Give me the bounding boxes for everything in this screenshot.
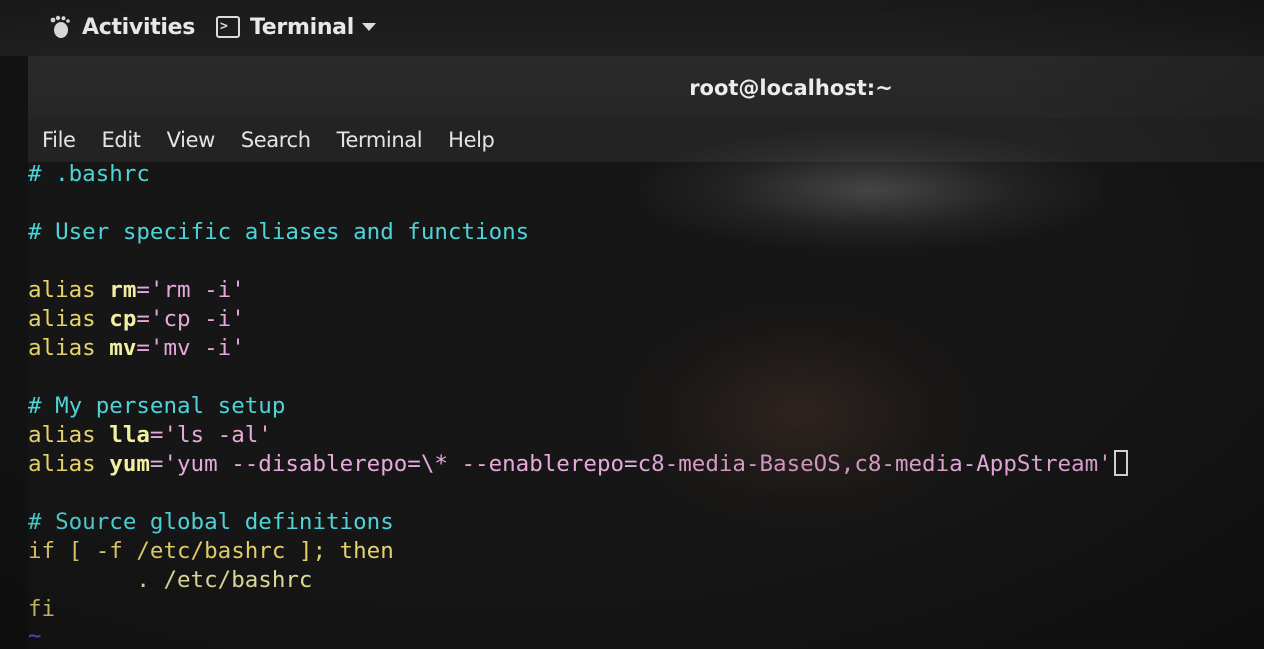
window-title: root@localhost:~ — [689, 76, 893, 100]
code-keyword: alias — [28, 277, 96, 303]
empty-line-marker: ~ — [28, 623, 42, 649]
caret-down-icon — [361, 23, 376, 31]
gnome-foot-icon — [48, 15, 72, 39]
code-line: # .bashrc — [28, 162, 150, 187]
alias-value: ='rm -i' — [136, 277, 245, 303]
alias-name: yum — [109, 451, 150, 477]
code-line: # My persenal setup — [28, 393, 286, 419]
alias-name: mv — [109, 335, 137, 361]
terminal-content[interactable]: # .bashrc # User specific aliases and fu… — [28, 162, 1264, 649]
code-line: # Source global definitions — [28, 509, 394, 535]
activities-button[interactable]: Activities — [48, 12, 195, 42]
alias-name: lla — [109, 422, 150, 448]
menu-help[interactable]: Help — [448, 128, 495, 152]
code-line: # User specific aliases and functions — [28, 219, 530, 245]
menu-view[interactable]: View — [167, 128, 216, 152]
activities-label: Activities — [82, 14, 196, 40]
menu-terminal[interactable]: Terminal — [337, 128, 423, 152]
alias-value: ='mv -i' — [136, 335, 245, 361]
menu-edit[interactable]: Edit — [102, 128, 141, 152]
menu-search[interactable]: Search — [241, 128, 311, 152]
alias-value: ='yum --disablerepo=\* --enablerepo=c8-m… — [149, 451, 1112, 477]
screen: Activities > Terminal root@localhost:~ F… — [0, 0, 1264, 649]
gnome-top-bar: Activities > Terminal — [0, 0, 1264, 56]
code-line: fi — [28, 596, 56, 622]
code-line: . /etc/bashrc — [28, 567, 313, 593]
code-keyword: alias — [28, 422, 96, 448]
code-line: alias lla='ls -al' — [28, 421, 272, 450]
alias-value: ='cp -i' — [136, 306, 245, 332]
menubar: File Edit View Search Terminal Help — [28, 118, 1264, 162]
code-keyword: alias — [28, 306, 96, 332]
terminal-icon: > — [216, 16, 240, 38]
code-keyword: alias — [28, 335, 96, 361]
terminal-window: root@localhost:~ File Edit View Search T… — [28, 56, 1264, 649]
menu-file[interactable]: File — [42, 128, 76, 152]
code-line: if [ -f /etc/bashrc ]; then — [28, 538, 394, 564]
code-line: alias mv='mv -i' — [28, 334, 245, 363]
code-line: alias rm='rm -i' — [28, 276, 245, 305]
code-line: alias cp='cp -i' — [28, 305, 245, 334]
text-cursor — [1113, 450, 1128, 476]
alias-name: cp — [109, 306, 137, 332]
code-keyword: alias — [28, 451, 96, 477]
app-menu-button[interactable]: > Terminal — [216, 12, 376, 42]
code-line: alias yum='yum --disablerepo=\* --enable… — [28, 450, 1128, 479]
alias-value: ='ls -al' — [149, 422, 272, 448]
app-menu-label: Terminal — [250, 14, 354, 40]
alias-name: rm — [109, 277, 137, 303]
window-titlebar[interactable]: root@localhost:~ — [28, 56, 1264, 118]
